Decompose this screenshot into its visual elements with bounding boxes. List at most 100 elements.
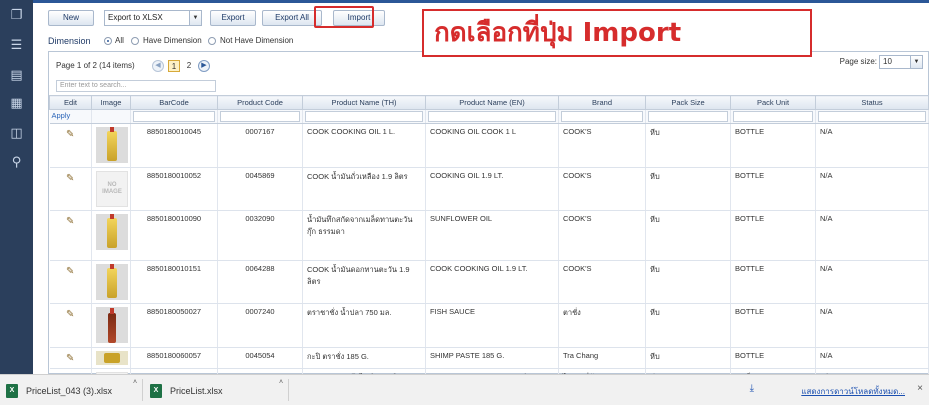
pack-unit-cell: BOTTLE xyxy=(735,127,765,136)
table-row[interactable]: ✎ 8850180010045 0007167 COOK COOKING OIL 1 … xyxy=(49,123,929,168)
filter-input-name-en[interactable] xyxy=(428,111,556,122)
column-header[interactable]: Pack Size xyxy=(645,95,731,110)
column-header[interactable]: Product Name (TH) xyxy=(302,95,426,110)
chevron-down-icon[interactable]: ▼ xyxy=(189,11,201,25)
excel-file-icon: X xyxy=(150,384,162,398)
filter-input-name-th[interactable] xyxy=(305,111,423,122)
radio-all[interactable] xyxy=(104,37,112,45)
new-button[interactable]: New xyxy=(48,10,94,26)
edit-pencil-icon[interactable]: ✎ xyxy=(64,266,76,278)
export-format-select[interactable]: Export to XLSX ▼ xyxy=(104,10,202,26)
edit-pencil-icon[interactable]: ✎ xyxy=(64,309,76,321)
prev-page-icon[interactable]: ◀ xyxy=(152,60,164,72)
product-name-th-cell: COOK น้ำมันดอกทานตะวัน 1.9 ลิตร xyxy=(307,265,410,286)
radio-all-label[interactable]: All xyxy=(115,36,124,45)
product-name-en-cell: COOKING OIL COOK 1 L xyxy=(430,127,516,136)
product-name-en-cell: SUNFLOWER OIL xyxy=(430,214,493,223)
column-header[interactable]: Product Name (EN) xyxy=(425,95,559,110)
column-header[interactable]: Pack Unit xyxy=(730,95,816,110)
instruction-callout: กดเลือกที่ปุ่ม Import xyxy=(422,9,812,57)
product-image xyxy=(96,351,128,365)
column-header[interactable]: BarCode xyxy=(130,95,218,110)
column-header[interactable]: Status xyxy=(815,95,929,110)
status-cell: N/A xyxy=(820,307,833,316)
filter-row: Apply xyxy=(49,109,929,124)
excel-file-icon: X xyxy=(6,384,18,398)
brand-cell: COOK'S xyxy=(563,214,592,223)
edit-pencil-icon[interactable]: ✎ xyxy=(64,173,76,185)
product-name-en-cell: COOK COOKING OIL 1.9 LT. xyxy=(430,264,528,273)
filter-input-brand[interactable] xyxy=(561,111,643,122)
radio-have-dimension[interactable] xyxy=(131,37,139,45)
download-arrow-icon: ⤓ xyxy=(749,383,754,394)
pack-unit-cell: BOTTLE xyxy=(735,264,765,273)
radio-not-have-dimension-label[interactable]: Not Have Dimension xyxy=(220,36,293,45)
filter-input-product-code[interactable] xyxy=(220,111,300,122)
table-row[interactable]: ✎ 8850180050027 0007240 ตราชาชั่ง น้ำปลา 75… xyxy=(49,303,929,348)
list-icon[interactable]: ☰ xyxy=(9,38,24,53)
search-input[interactable]: Enter text to search... xyxy=(56,80,216,92)
chevron-down-icon[interactable]: ▼ xyxy=(911,55,923,69)
status-cell: N/A xyxy=(820,351,833,360)
barcode-cell: 8850180060057 xyxy=(146,351,202,360)
brand-cell: COOK'S xyxy=(563,171,592,180)
grid-icon[interactable]: ▦ xyxy=(9,96,24,111)
edit-pencil-icon[interactable]: ✎ xyxy=(64,353,76,365)
filter-input-barcode[interactable] xyxy=(133,111,215,122)
location-pin-icon[interactable]: ⚲ xyxy=(9,155,24,170)
page-2-button[interactable]: 2 xyxy=(183,60,195,72)
table-row[interactable]: ✎ 8850180010151 0064288 COOK น้ำมันดอกทานตะ… xyxy=(49,260,929,304)
card-icon[interactable]: ▤ xyxy=(9,68,24,83)
status-cell: N/A xyxy=(820,264,833,273)
status-cell: N/A xyxy=(820,171,833,180)
next-page-icon[interactable]: ▶ xyxy=(198,60,210,72)
product-code-cell: 0007240 xyxy=(245,307,275,316)
product-name-en-cell: SHIMP PASTE 185 G. xyxy=(430,351,505,360)
layers-icon[interactable]: ❐ xyxy=(9,8,24,23)
table-row[interactable]: ✎ NO IMAGE 8850180010052 0045869 COOK น้ำมัน… xyxy=(49,167,929,211)
brand-cell: COOK'S xyxy=(563,264,592,273)
radio-not-have-dimension[interactable] xyxy=(208,37,216,45)
columns-icon[interactable]: ◫ xyxy=(9,126,24,141)
pack-unit-cell: BOTTLE xyxy=(735,214,765,223)
show-all-downloads-link[interactable]: แสดงการดาวน์โหลดทั้งหมด... xyxy=(801,385,905,398)
filter-input-pack-size[interactable] xyxy=(648,111,728,122)
product-image xyxy=(96,307,128,343)
column-header[interactable]: Brand xyxy=(558,95,646,110)
filter-input-status[interactable] xyxy=(818,111,926,122)
download-filename[interactable]: PriceList_043 (3).xlsx xyxy=(26,381,112,401)
table-row[interactable]: ✎ 8850180010090 0032090 น้ำมันทึกสกัดจากเมล… xyxy=(49,210,929,261)
download-filename[interactable]: PriceList.xlsx xyxy=(170,381,223,401)
filter-input-pack-unit[interactable] xyxy=(733,111,813,122)
product-name-th-cell: ตราชาชั่ง น้ำปลา 750 มล. xyxy=(307,308,392,317)
page-1-button[interactable]: 1 xyxy=(168,60,180,72)
product-name-th-cell: COOK น้ำมันถั่วเหลือง 1.9 ลิตร xyxy=(307,172,408,181)
product-image xyxy=(96,264,128,300)
chevron-up-icon[interactable]: ˄ xyxy=(279,379,283,386)
page-size-label: Page size: xyxy=(839,57,877,66)
column-header[interactable]: Product Code xyxy=(217,95,303,110)
apply-filter-link[interactable]: Apply xyxy=(52,111,71,120)
pack-unit-cell: BOTTLE xyxy=(735,171,765,180)
product-image-placeholder: NO IMAGE xyxy=(96,171,128,207)
radio-have-dimension-label[interactable]: Have Dimension xyxy=(143,36,202,45)
edit-pencil-icon[interactable]: ✎ xyxy=(64,216,76,228)
page-size-input[interactable]: 10 xyxy=(879,55,911,69)
column-header[interactable]: Image xyxy=(91,95,131,110)
download-bar: X PriceList_043 (3).xlsx ˄ X PriceList.x… xyxy=(0,374,929,405)
top-accent-bar xyxy=(33,0,929,3)
export-button[interactable]: Export xyxy=(210,10,256,26)
product-table: Edit Image BarCode Product Code Product … xyxy=(49,95,929,374)
product-code-cell: 0032090 xyxy=(245,214,275,223)
product-code-cell: 0064288 xyxy=(245,264,275,273)
product-image xyxy=(96,127,128,163)
edit-pencil-icon[interactable]: ✎ xyxy=(64,129,76,141)
export-all-button[interactable]: Export All xyxy=(262,10,322,26)
table-row[interactable]: ✎ 8850180060057 0045054 กะปิ ตราชั่ง 185 G.… xyxy=(49,347,929,369)
close-icon[interactable]: × xyxy=(917,383,923,394)
column-header[interactable]: Edit xyxy=(49,95,92,110)
main-content: New Export to XLSX ▼ Export Export All I… xyxy=(33,0,929,374)
barcode-cell: 8850180010052 xyxy=(146,171,202,180)
chevron-up-icon[interactable]: ˄ xyxy=(133,379,137,386)
no-image-label: NO IMAGE xyxy=(102,182,122,195)
